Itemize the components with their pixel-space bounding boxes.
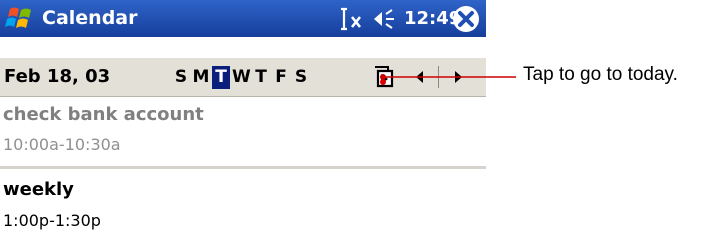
callout-line [380,74,516,80]
callout-label: Tap to go to today. [523,64,678,85]
